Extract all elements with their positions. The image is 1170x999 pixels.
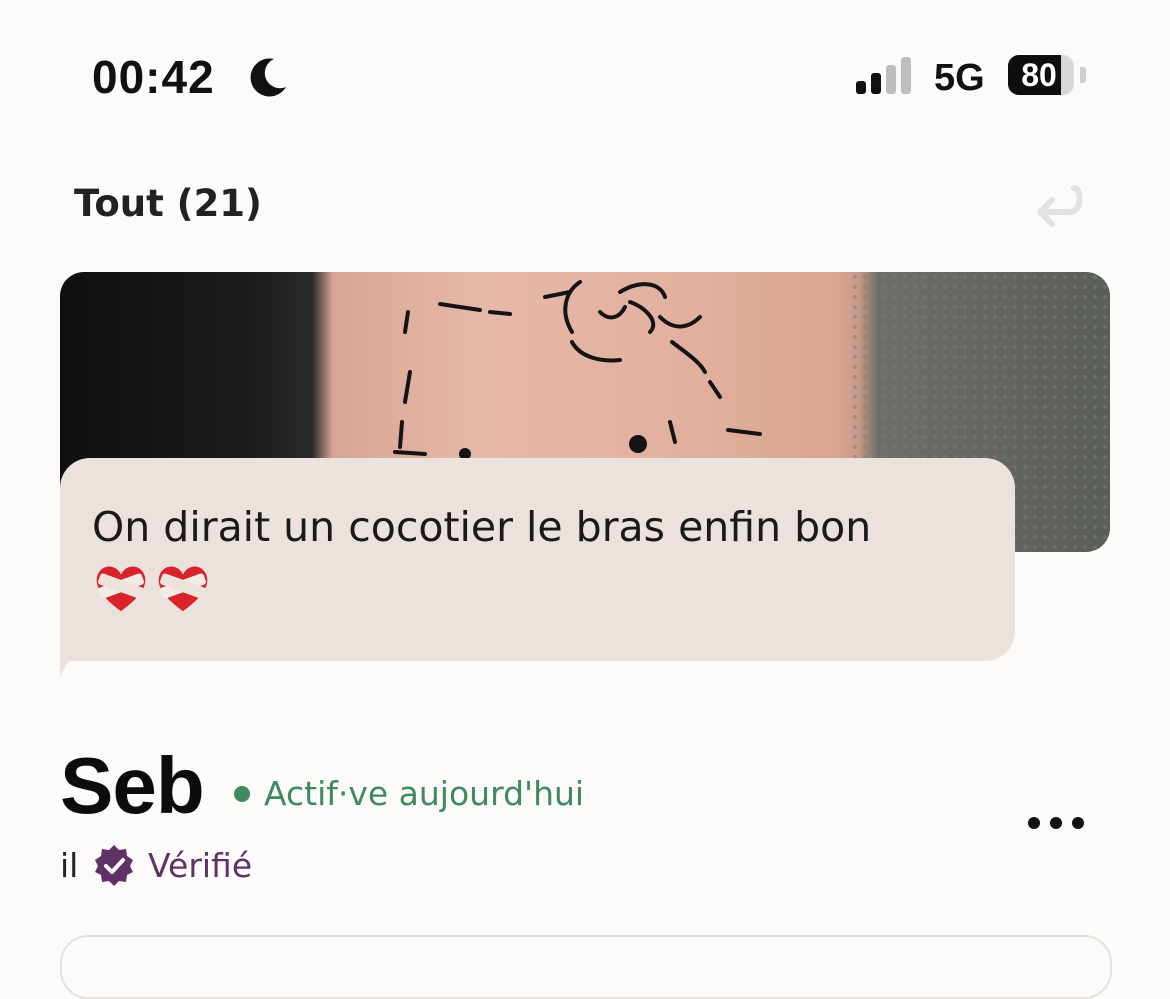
verified-badge-icon (95, 845, 133, 886)
message-text: On dirait un cocotier le bras enfin bon (92, 498, 992, 617)
network-label: 5G (934, 57, 985, 99)
activity-status-dot (234, 786, 250, 802)
activity-status: Actif·ve aujourd'hui (264, 774, 585, 813)
bubble-tail (60, 640, 100, 678)
mending-heart-icon (158, 566, 208, 612)
moon-icon (250, 58, 286, 97)
more-options-button[interactable] (1024, 808, 1088, 838)
pronoun-label: il (60, 846, 79, 885)
verified-label: Vérifié (148, 846, 253, 885)
message-body: On dirait un cocotier le bras enfin bon (92, 503, 872, 551)
battery-nub (1080, 67, 1086, 83)
battery-icon: 80 (1008, 55, 1074, 95)
filter-title[interactable]: Tout (21) (74, 182, 262, 225)
mending-heart-icon (96, 566, 146, 612)
undo-arrow-icon[interactable] (1030, 178, 1086, 234)
battery-percent: 80 (1021, 57, 1057, 93)
next-profile-card (60, 935, 1112, 999)
profile-name: Seb (60, 741, 205, 830)
signal-icon (856, 57, 911, 94)
status-time: 00:42 (92, 51, 215, 103)
